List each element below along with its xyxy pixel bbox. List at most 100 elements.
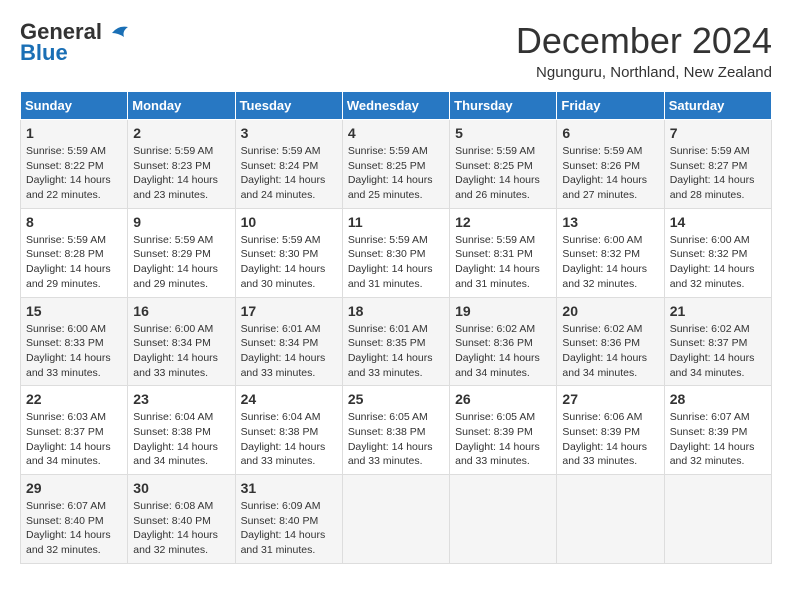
calendar-cell: 4 Sunrise: 5:59 AM Sunset: 8:25 PM Dayli… bbox=[342, 120, 449, 209]
calendar-cell: 10 Sunrise: 5:59 AM Sunset: 8:30 PM Dayl… bbox=[235, 208, 342, 297]
calendar-cell: 25 Sunrise: 6:05 AM Sunset: 8:38 PM Dayl… bbox=[342, 386, 449, 475]
calendar-header-tuesday: Tuesday bbox=[235, 92, 342, 120]
day-number: 17 bbox=[241, 303, 337, 319]
calendar-cell: 17 Sunrise: 6:01 AM Sunset: 8:34 PM Dayl… bbox=[235, 297, 342, 386]
page-header: General Blue December 2024 Ngunguru, Nor… bbox=[20, 20, 772, 81]
calendar-cell: 15 Sunrise: 6:00 AM Sunset: 8:33 PM Dayl… bbox=[21, 297, 128, 386]
calendar-cell: 22 Sunrise: 6:03 AM Sunset: 8:37 PM Dayl… bbox=[21, 386, 128, 475]
calendar-cell: 3 Sunrise: 5:59 AM Sunset: 8:24 PM Dayli… bbox=[235, 120, 342, 209]
calendar-cell: 8 Sunrise: 5:59 AM Sunset: 8:28 PM Dayli… bbox=[21, 208, 128, 297]
day-number: 15 bbox=[26, 303, 122, 319]
calendar-header-thursday: Thursday bbox=[450, 92, 557, 120]
day-number: 20 bbox=[562, 303, 658, 319]
day-info: Sunrise: 6:04 AM Sunset: 8:38 PM Dayligh… bbox=[241, 410, 337, 469]
calendar-cell: 1 Sunrise: 5:59 AM Sunset: 8:22 PM Dayli… bbox=[21, 120, 128, 209]
day-info: Sunrise: 6:09 AM Sunset: 8:40 PM Dayligh… bbox=[241, 499, 337, 558]
day-info: Sunrise: 6:07 AM Sunset: 8:39 PM Dayligh… bbox=[670, 410, 766, 469]
day-number: 26 bbox=[455, 391, 551, 407]
day-info: Sunrise: 5:59 AM Sunset: 8:31 PM Dayligh… bbox=[455, 233, 551, 292]
calendar-header-monday: Monday bbox=[128, 92, 235, 120]
day-info: Sunrise: 6:06 AM Sunset: 8:39 PM Dayligh… bbox=[562, 410, 658, 469]
day-info: Sunrise: 5:59 AM Sunset: 8:30 PM Dayligh… bbox=[241, 233, 337, 292]
location: Ngunguru, Northland, New Zealand bbox=[516, 64, 772, 81]
day-number: 22 bbox=[26, 391, 122, 407]
calendar-cell: 20 Sunrise: 6:02 AM Sunset: 8:36 PM Dayl… bbox=[557, 297, 664, 386]
day-info: Sunrise: 6:08 AM Sunset: 8:40 PM Dayligh… bbox=[133, 499, 229, 558]
day-number: 28 bbox=[670, 391, 766, 407]
calendar-cell: 23 Sunrise: 6:04 AM Sunset: 8:38 PM Dayl… bbox=[128, 386, 235, 475]
day-number: 18 bbox=[348, 303, 444, 319]
day-info: Sunrise: 6:02 AM Sunset: 8:37 PM Dayligh… bbox=[670, 322, 766, 381]
day-number: 16 bbox=[133, 303, 229, 319]
day-number: 3 bbox=[241, 125, 337, 141]
day-info: Sunrise: 6:05 AM Sunset: 8:39 PM Dayligh… bbox=[455, 410, 551, 469]
calendar-cell: 28 Sunrise: 6:07 AM Sunset: 8:39 PM Dayl… bbox=[664, 386, 771, 475]
day-number: 24 bbox=[241, 391, 337, 407]
day-number: 7 bbox=[670, 125, 766, 141]
day-number: 2 bbox=[133, 125, 229, 141]
calendar-week-row: 8 Sunrise: 5:59 AM Sunset: 8:28 PM Dayli… bbox=[21, 208, 772, 297]
calendar-week-row: 29 Sunrise: 6:07 AM Sunset: 8:40 PM Dayl… bbox=[21, 475, 772, 564]
calendar-cell bbox=[342, 475, 449, 564]
day-number: 30 bbox=[133, 480, 229, 496]
day-info: Sunrise: 5:59 AM Sunset: 8:26 PM Dayligh… bbox=[562, 144, 658, 203]
calendar-cell: 11 Sunrise: 5:59 AM Sunset: 8:30 PM Dayl… bbox=[342, 208, 449, 297]
day-number: 5 bbox=[455, 125, 551, 141]
calendar-cell bbox=[664, 475, 771, 564]
calendar-cell: 5 Sunrise: 5:59 AM Sunset: 8:25 PM Dayli… bbox=[450, 120, 557, 209]
day-number: 4 bbox=[348, 125, 444, 141]
calendar-cell: 9 Sunrise: 5:59 AM Sunset: 8:29 PM Dayli… bbox=[128, 208, 235, 297]
calendar-cell: 6 Sunrise: 5:59 AM Sunset: 8:26 PM Dayli… bbox=[557, 120, 664, 209]
logo: General Blue bbox=[20, 20, 130, 66]
calendar-cell: 24 Sunrise: 6:04 AM Sunset: 8:38 PM Dayl… bbox=[235, 386, 342, 475]
day-info: Sunrise: 5:59 AM Sunset: 8:25 PM Dayligh… bbox=[348, 144, 444, 203]
day-info: Sunrise: 6:07 AM Sunset: 8:40 PM Dayligh… bbox=[26, 499, 122, 558]
calendar-cell: 29 Sunrise: 6:07 AM Sunset: 8:40 PM Dayl… bbox=[21, 475, 128, 564]
day-info: Sunrise: 5:59 AM Sunset: 8:28 PM Dayligh… bbox=[26, 233, 122, 292]
calendar-cell: 21 Sunrise: 6:02 AM Sunset: 8:37 PM Dayl… bbox=[664, 297, 771, 386]
day-info: Sunrise: 5:59 AM Sunset: 8:30 PM Dayligh… bbox=[348, 233, 444, 292]
calendar-cell: 13 Sunrise: 6:00 AM Sunset: 8:32 PM Dayl… bbox=[557, 208, 664, 297]
day-info: Sunrise: 6:04 AM Sunset: 8:38 PM Dayligh… bbox=[133, 410, 229, 469]
day-number: 27 bbox=[562, 391, 658, 407]
calendar-cell: 14 Sunrise: 6:00 AM Sunset: 8:32 PM Dayl… bbox=[664, 208, 771, 297]
day-info: Sunrise: 5:59 AM Sunset: 8:29 PM Dayligh… bbox=[133, 233, 229, 292]
calendar-cell: 12 Sunrise: 5:59 AM Sunset: 8:31 PM Dayl… bbox=[450, 208, 557, 297]
calendar-cell: 2 Sunrise: 5:59 AM Sunset: 8:23 PM Dayli… bbox=[128, 120, 235, 209]
day-info: Sunrise: 5:59 AM Sunset: 8:22 PM Dayligh… bbox=[26, 144, 122, 203]
day-info: Sunrise: 5:59 AM Sunset: 8:27 PM Dayligh… bbox=[670, 144, 766, 203]
calendar-header-wednesday: Wednesday bbox=[342, 92, 449, 120]
logo-bird-icon bbox=[110, 25, 130, 41]
day-number: 1 bbox=[26, 125, 122, 141]
calendar-header-saturday: Saturday bbox=[664, 92, 771, 120]
day-number: 29 bbox=[26, 480, 122, 496]
day-number: 19 bbox=[455, 303, 551, 319]
calendar-header-row: SundayMondayTuesdayWednesdayThursdayFrid… bbox=[21, 92, 772, 120]
day-number: 21 bbox=[670, 303, 766, 319]
calendar-cell: 18 Sunrise: 6:01 AM Sunset: 8:35 PM Dayl… bbox=[342, 297, 449, 386]
day-number: 14 bbox=[670, 214, 766, 230]
calendar-header-friday: Friday bbox=[557, 92, 664, 120]
day-number: 25 bbox=[348, 391, 444, 407]
day-number: 23 bbox=[133, 391, 229, 407]
calendar-cell: 26 Sunrise: 6:05 AM Sunset: 8:39 PM Dayl… bbox=[450, 386, 557, 475]
day-info: Sunrise: 6:00 AM Sunset: 8:32 PM Dayligh… bbox=[670, 233, 766, 292]
logo-blue: Blue bbox=[20, 40, 68, 66]
day-info: Sunrise: 6:02 AM Sunset: 8:36 PM Dayligh… bbox=[562, 322, 658, 381]
calendar-cell: 16 Sunrise: 6:00 AM Sunset: 8:34 PM Dayl… bbox=[128, 297, 235, 386]
day-info: Sunrise: 6:00 AM Sunset: 8:32 PM Dayligh… bbox=[562, 233, 658, 292]
calendar-cell: 27 Sunrise: 6:06 AM Sunset: 8:39 PM Dayl… bbox=[557, 386, 664, 475]
day-number: 6 bbox=[562, 125, 658, 141]
day-info: Sunrise: 6:00 AM Sunset: 8:33 PM Dayligh… bbox=[26, 322, 122, 381]
calendar-cell: 19 Sunrise: 6:02 AM Sunset: 8:36 PM Dayl… bbox=[450, 297, 557, 386]
day-number: 13 bbox=[562, 214, 658, 230]
day-info: Sunrise: 6:01 AM Sunset: 8:34 PM Dayligh… bbox=[241, 322, 337, 381]
calendar-week-row: 15 Sunrise: 6:00 AM Sunset: 8:33 PM Dayl… bbox=[21, 297, 772, 386]
calendar-table: SundayMondayTuesdayWednesdayThursdayFrid… bbox=[20, 91, 772, 564]
calendar-week-row: 22 Sunrise: 6:03 AM Sunset: 8:37 PM Dayl… bbox=[21, 386, 772, 475]
calendar-cell: 30 Sunrise: 6:08 AM Sunset: 8:40 PM Dayl… bbox=[128, 475, 235, 564]
day-info: Sunrise: 5:59 AM Sunset: 8:24 PM Dayligh… bbox=[241, 144, 337, 203]
day-number: 9 bbox=[133, 214, 229, 230]
title-block: December 2024 Ngunguru, Northland, New Z… bbox=[516, 20, 772, 81]
day-info: Sunrise: 5:59 AM Sunset: 8:25 PM Dayligh… bbox=[455, 144, 551, 203]
